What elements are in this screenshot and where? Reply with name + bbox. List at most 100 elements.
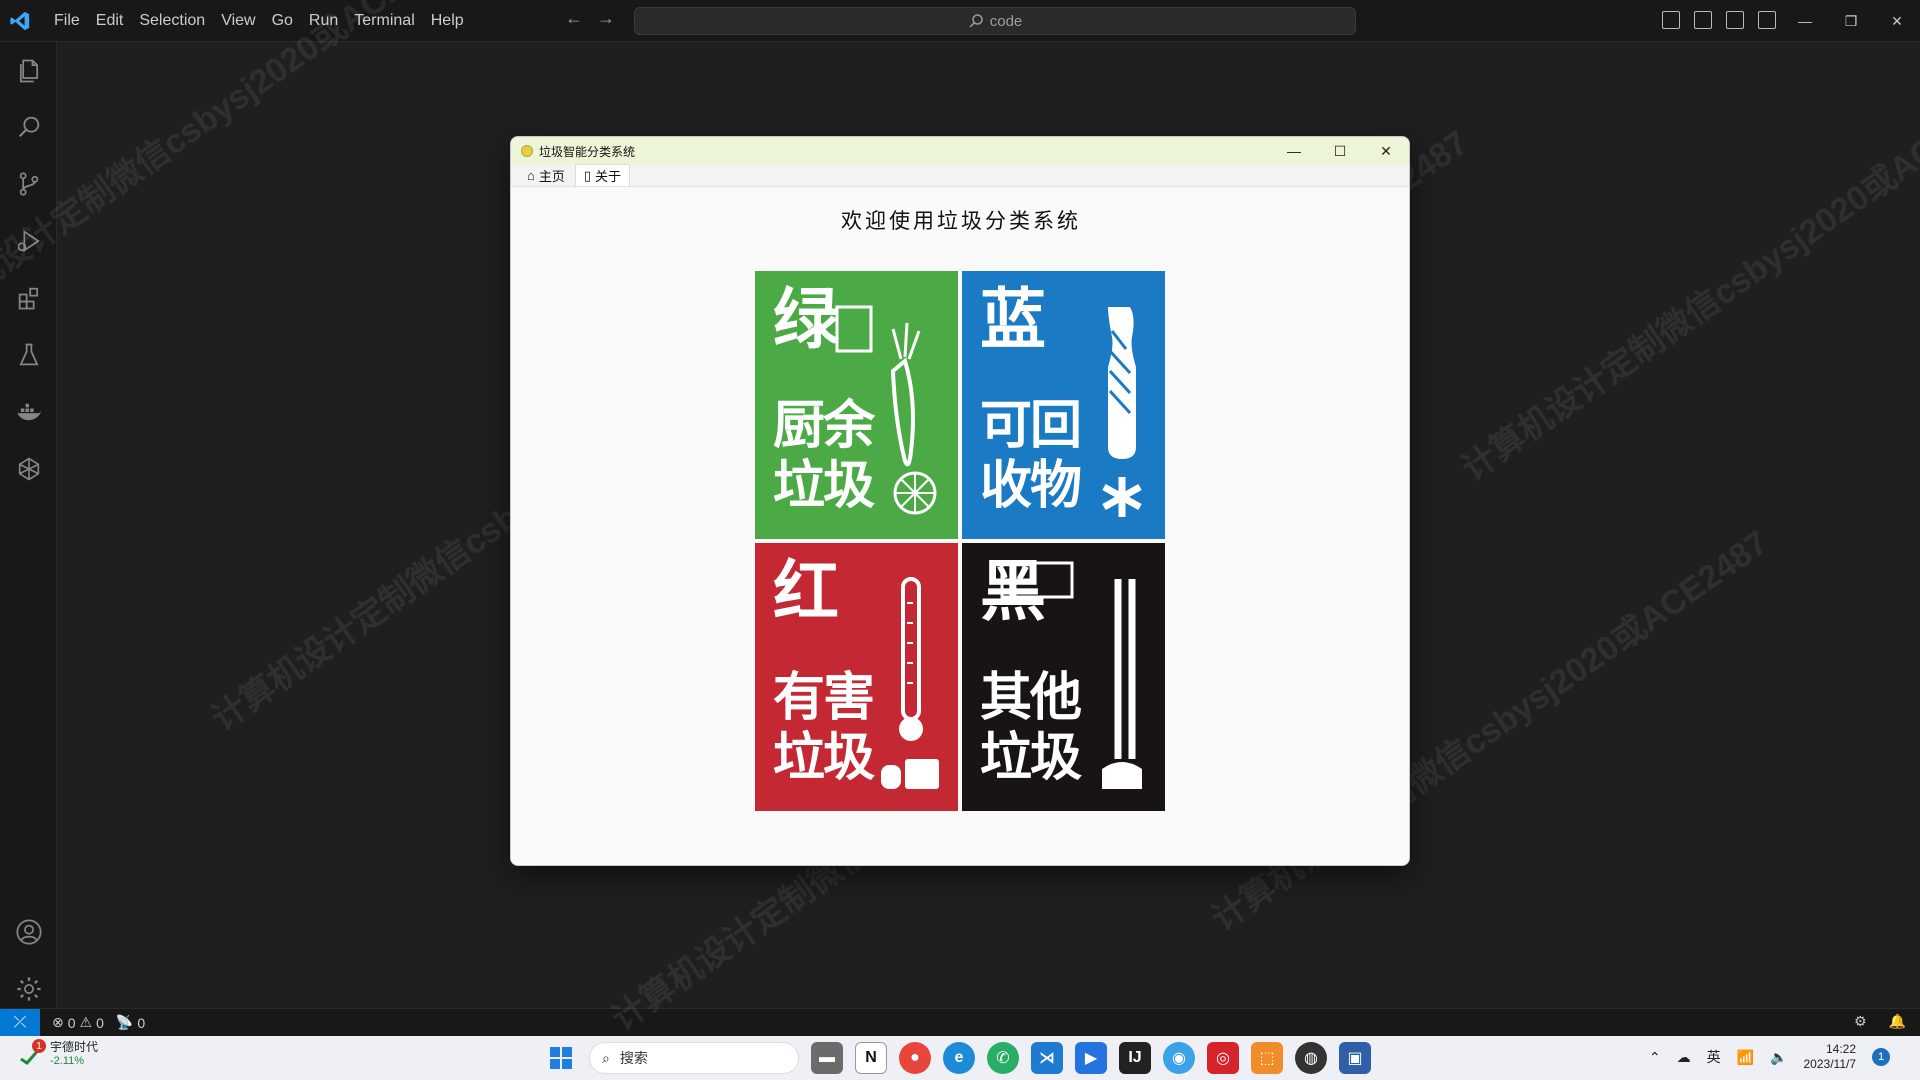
app-window-controls: — ☐ ✕ xyxy=(1271,137,1409,165)
tile-line2: 垃圾 xyxy=(980,728,1082,788)
menu-help[interactable]: Help xyxy=(423,8,472,34)
restore-icon[interactable]: ❐ xyxy=(1828,0,1874,42)
tile-line2: 收物 xyxy=(980,456,1082,516)
warning-count: 0 xyxy=(96,1014,104,1031)
home-icon: ⌂ xyxy=(527,167,535,183)
command-center-search[interactable]: code xyxy=(634,7,1356,35)
clock[interactable]: 14:22 2023/11/7 xyxy=(1804,1042,1857,1072)
activity-bar xyxy=(0,42,57,1008)
settings-gear-icon[interactable] xyxy=(14,974,44,1004)
vscode-logo-icon xyxy=(0,0,40,42)
stock-badge: 1 xyxy=(32,1039,46,1053)
error-icon: ⊗ xyxy=(52,1014,64,1030)
minimize-icon[interactable]: — xyxy=(1782,0,1828,42)
app-close-icon[interactable]: ✕ xyxy=(1363,137,1409,165)
tile-big-char: 黑 xyxy=(980,553,1046,630)
jetbrains-icon[interactable]: IJ xyxy=(1119,1042,1151,1074)
app-title: 垃圾智能分类系统 xyxy=(539,144,636,159)
windows-start-icon[interactable] xyxy=(545,1042,577,1074)
menu-selection[interactable]: Selection xyxy=(131,8,213,34)
run-debug-icon[interactable] xyxy=(14,226,44,256)
back-arrow-icon[interactable]: ← xyxy=(565,8,583,29)
copilot-icon[interactable]: ⚙ xyxy=(1854,1013,1867,1030)
tab-home[interactable]: ⌂ 主页 xyxy=(519,164,573,186)
ports-count: 0 xyxy=(137,1014,146,1031)
garbage-classifier-window: 垃圾智能分类系统 — ☐ ✕ ⌂ 主页 ▯ 关于 欢迎使用垃圾分类系统 绿 厨余… xyxy=(510,136,1410,866)
system-tray: ⌃ ☁ 英 📶 🔈 14:22 2023/11/7 1 xyxy=(1649,1042,1890,1072)
wifi-icon[interactable]: 📶 xyxy=(1737,1049,1754,1066)
office-icon[interactable]: ⬚ xyxy=(1251,1042,1283,1074)
taskbar-search[interactable]: ⌕ 搜索 xyxy=(589,1042,799,1074)
tab-home-label: 主页 xyxy=(538,168,565,184)
app-maximize-icon[interactable]: ☐ xyxy=(1317,137,1363,165)
welcome-heading: 欢迎使用垃圾分类系统 xyxy=(841,209,1081,233)
app-home-page: 欢迎使用垃圾分类系统 绿 厨余 垃圾 蓝 可回 收物 红 有害 垃圾 黑 其他 … xyxy=(511,187,1409,865)
stock-change: -2.11% xyxy=(50,1055,85,1067)
toggle-panel-icon[interactable] xyxy=(1694,11,1712,29)
menu-bar: File Edit Selection View Go Run Terminal… xyxy=(46,8,472,34)
tile-line2: 垃圾 xyxy=(773,728,875,788)
menu-terminal[interactable]: Terminal xyxy=(346,8,422,34)
source-control-icon[interactable] xyxy=(14,169,44,199)
vscode-taskbar-icon[interactable]: ⋊ xyxy=(1031,1042,1063,1074)
forward-arrow-icon[interactable]: → xyxy=(597,8,615,29)
notion-icon[interactable]: N xyxy=(855,1042,887,1074)
wechat-icon[interactable]: ✆ xyxy=(987,1042,1019,1074)
chrome-icon[interactable]: ● xyxy=(899,1042,931,1074)
stock-chart-icon: 1 xyxy=(18,1039,46,1067)
notification-count[interactable]: 1 xyxy=(1872,1048,1890,1066)
remote-indicator-icon[interactable]: ⤫ xyxy=(0,1008,40,1037)
testing-icon[interactable] xyxy=(14,340,44,370)
onedrive-icon[interactable]: ☁ xyxy=(1677,1049,1691,1066)
app-logo-icon xyxy=(521,145,533,157)
feishu-icon[interactable]: ▶ xyxy=(1075,1042,1107,1074)
menu-run[interactable]: Run xyxy=(301,8,346,34)
tray-expand-icon[interactable]: ⌃ xyxy=(1649,1049,1661,1066)
tile-other-waste: 黑 其他 垃圾 xyxy=(962,543,1165,811)
taskbar-apps: ⌕ 搜索 ▬ N ● e ✆ ⋊ ▶ IJ ◉ ◎ ⬚ ◍ ▣ xyxy=(545,1042,1371,1074)
file-explorer-icon[interactable]: ▬ xyxy=(811,1042,843,1074)
menu-go[interactable]: Go xyxy=(264,8,301,34)
taskbar-search-placeholder: 搜索 xyxy=(619,1050,648,1066)
warning-icon: ⚠ xyxy=(79,1014,93,1030)
tile-big-char: 蓝 xyxy=(980,281,1046,358)
taskbar-search-icon: ⌕ xyxy=(602,1049,610,1066)
qq-icon[interactable]: ◉ xyxy=(1163,1042,1195,1074)
ports-status[interactable]: 📡 0 xyxy=(116,1014,145,1031)
notifications-bell-icon[interactable]: 🔔 xyxy=(1889,1013,1906,1030)
customize-layout-icon[interactable] xyxy=(1758,11,1776,29)
input-language[interactable]: 英 xyxy=(1707,1047,1721,1067)
category-poster-grid: 绿 厨余 垃圾 蓝 可回 收物 红 有害 垃圾 黑 其他 垃圾 xyxy=(755,271,1165,811)
ports-icon: 📡 xyxy=(115,1014,134,1030)
extensions-icon[interactable] xyxy=(14,283,44,313)
toggle-secondary-sidebar-icon[interactable] xyxy=(1726,11,1744,29)
explorer-icon[interactable] xyxy=(14,56,44,86)
account-icon[interactable] xyxy=(14,917,44,947)
problems-status[interactable]: ⊗ 0 ⚠ 0 xyxy=(52,1014,104,1031)
search-view-icon[interactable] xyxy=(14,112,44,142)
app-minimize-icon[interactable]: — xyxy=(1271,137,1317,165)
tab-about[interactable]: ▯ 关于 xyxy=(574,164,631,186)
status-bar: ⤫ ⊗ 0 ⚠ 0 📡 0 ⚙ 🔔 xyxy=(0,1008,1920,1037)
obs-icon[interactable]: ◍ xyxy=(1295,1042,1327,1074)
menu-edit[interactable]: Edit xyxy=(88,8,132,34)
error-count: 0 xyxy=(67,1014,76,1031)
docker-icon[interactable] xyxy=(14,397,44,427)
python-app-icon[interactable]: ▣ xyxy=(1339,1042,1371,1074)
vscode-titlebar: File Edit Selection View Go Run Terminal… xyxy=(0,0,1920,42)
tile-recyclable: 蓝 可回 收物 xyxy=(962,271,1165,539)
menu-view[interactable]: View xyxy=(213,8,263,34)
tile-kitchen-waste: 绿 厨余 垃圾 xyxy=(755,271,958,539)
netease-music-icon[interactable]: ◎ xyxy=(1207,1042,1239,1074)
tile-big-char: 绿 xyxy=(773,281,839,358)
close-icon[interactable]: ✕ xyxy=(1874,0,1920,42)
toggle-primary-sidebar-icon[interactable] xyxy=(1662,11,1680,29)
tile-line2: 垃圾 xyxy=(773,456,875,516)
layout-controls xyxy=(1662,11,1776,29)
search-icon xyxy=(969,14,983,28)
menu-file[interactable]: File xyxy=(46,8,88,34)
remote-explorer-icon[interactable] xyxy=(14,454,44,484)
volume-icon[interactable]: 🔈 xyxy=(1770,1049,1787,1066)
stock-widget[interactable]: 1 宇德时代 -2.11% xyxy=(18,1039,98,1068)
edge-icon[interactable]: e xyxy=(943,1042,975,1074)
